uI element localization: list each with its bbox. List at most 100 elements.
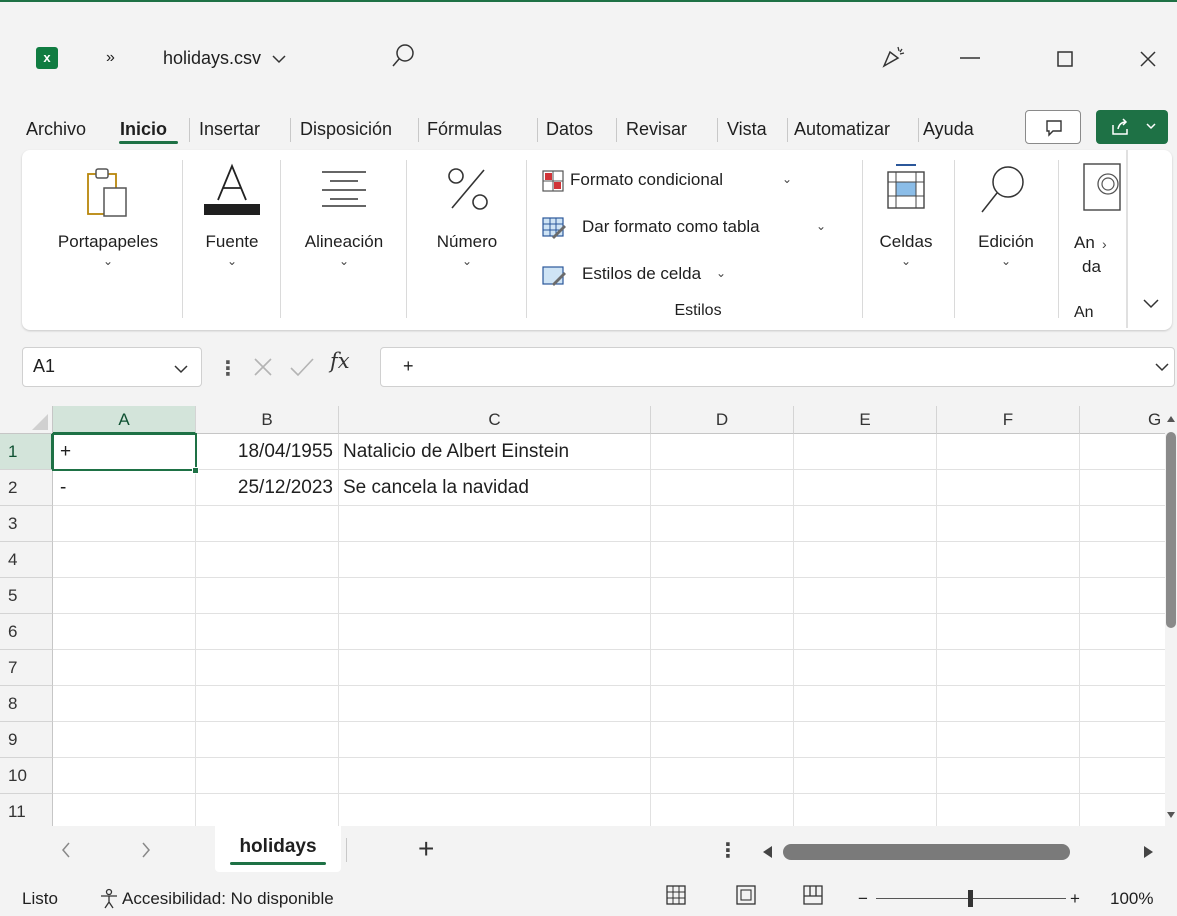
comments-button[interactable]	[1025, 110, 1081, 144]
more-options-icon[interactable]: ⋮	[218, 356, 238, 381]
cells-group-button[interactable]: Celdas ⌄	[864, 158, 948, 308]
chevron-down-icon: ⌄	[782, 172, 793, 186]
scroll-left-icon[interactable]	[760, 845, 776, 859]
scroll-up-icon[interactable]	[1166, 414, 1176, 424]
chevron-down-icon: ⌄	[816, 219, 827, 233]
cell-styles-label: Estilos de celda	[582, 264, 702, 283]
tab-disposicion[interactable]: Disposición	[300, 113, 410, 145]
zoom-in-button[interactable]: +	[1070, 884, 1080, 914]
close-icon[interactable]	[1133, 47, 1163, 71]
row-header-10[interactable]: 10	[0, 758, 53, 794]
fill-handle[interactable]	[192, 467, 199, 474]
tab-vista[interactable]: Vista	[727, 113, 787, 145]
column-header-d[interactable]: D	[651, 406, 794, 434]
search-icon	[981, 166, 1024, 213]
zoom-out-button[interactable]: −	[858, 884, 868, 914]
column-header-b[interactable]: B	[196, 406, 339, 434]
scroll-right-icon[interactable]	[1140, 845, 1156, 859]
tab-automatizar[interactable]: Automatizar	[794, 113, 914, 145]
comment-icon	[1046, 120, 1062, 137]
add-sheet-button[interactable]: +	[418, 834, 434, 864]
row-header-4[interactable]: 4	[0, 542, 53, 578]
prev-sheet-icon[interactable]	[58, 840, 74, 860]
tab-divider	[787, 118, 788, 142]
column-header-e[interactable]: E	[794, 406, 937, 434]
chevron-right-icon[interactable]: ›	[1102, 236, 1107, 252]
ribbon-divider	[280, 160, 281, 318]
editing-label: Edición	[978, 232, 1034, 251]
gridline	[53, 541, 1165, 542]
alignment-group-button[interactable]: Alineación ⌄	[288, 158, 400, 308]
row-header-11[interactable]: 11	[0, 794, 53, 826]
tab-archivo[interactable]: Archivo	[26, 113, 110, 145]
more-options-icon[interactable]: ⋮	[718, 838, 738, 863]
designer-icon[interactable]	[878, 42, 908, 72]
column-header-c[interactable]: C	[339, 406, 651, 434]
expand-formula-chevron-icon[interactable]	[1155, 362, 1169, 372]
cell-b2[interactable]: 25/12/2023	[196, 470, 337, 506]
next-sheet-icon[interactable]	[138, 840, 154, 860]
normal-view-icon[interactable]	[665, 884, 687, 906]
row-header-6[interactable]: 6	[0, 614, 53, 650]
align-icon	[322, 171, 366, 207]
row-header-5[interactable]: 5	[0, 578, 53, 614]
number-group-button[interactable]: Número ⌄	[414, 158, 520, 308]
row-header-2[interactable]: 2	[0, 470, 53, 506]
chevron-down-icon	[271, 55, 286, 64]
tab-insertar[interactable]: Insertar	[199, 113, 283, 145]
column-header-g[interactable]: G	[1080, 406, 1165, 434]
page-break-view-icon[interactable]	[802, 884, 824, 906]
row-header-1[interactable]: 1	[0, 434, 53, 470]
column-header-a[interactable]: A	[53, 406, 196, 434]
tab-divider	[189, 118, 190, 142]
status-ready: Listo	[22, 889, 58, 908]
insert-function-button[interactable]: fx	[330, 349, 350, 373]
accessibility-status[interactable]: Accesibilidad: No disponible	[122, 884, 334, 914]
horizontal-scroll-thumb[interactable]	[783, 844, 1070, 860]
row-header-3[interactable]: 3	[0, 506, 53, 542]
minimize-icon[interactable]	[950, 47, 990, 67]
maximize-icon[interactable]	[1050, 47, 1080, 71]
cell-b1[interactable]: 18/04/1955	[196, 434, 337, 470]
chevron-down-icon: ⌄	[226, 254, 238, 268]
quick-access-overflow-button[interactable]: »	[106, 46, 115, 70]
zoom-level[interactable]: 100%	[1110, 884, 1153, 914]
editing-group-button[interactable]: Edición ⌄	[960, 158, 1052, 308]
file-name-dropdown[interactable]: holidays.csv	[163, 46, 286, 70]
search-icon[interactable]	[390, 42, 416, 72]
sheet-tab-holidays[interactable]: holidays	[215, 826, 341, 872]
sheet-tab-divider	[346, 838, 347, 862]
scroll-down-icon[interactable]	[1166, 810, 1176, 820]
cell-c2[interactable]: Se cancela la navidad	[343, 470, 649, 506]
gridline	[53, 757, 1165, 758]
ribbon-expand-chevron-icon[interactable]	[1142, 298, 1160, 310]
column-header-f[interactable]: F	[937, 406, 1080, 434]
cell-c1[interactable]: Natalicio de Albert Einstein	[343, 434, 649, 470]
styles-group-label: Estilos	[674, 302, 722, 319]
font-group-button[interactable]: Fuente ⌄	[190, 158, 274, 308]
title-bar: x » holidays.csv	[0, 0, 1177, 112]
zoom-slider-thumb[interactable]	[968, 890, 973, 907]
enter-icon[interactable]	[288, 354, 316, 380]
name-box[interactable]: A1	[22, 347, 202, 387]
tab-datos[interactable]: Datos	[546, 113, 612, 145]
analyze-data-button[interactable]: An da An	[1064, 152, 1128, 324]
row-header-7[interactable]: 7	[0, 650, 53, 686]
cancel-icon[interactable]	[250, 354, 276, 380]
page-layout-view-icon[interactable]	[735, 884, 757, 906]
clipboard-group-button[interactable]: Portapapeles ⌄	[40, 158, 176, 308]
share-button[interactable]	[1096, 110, 1168, 144]
gridline	[53, 649, 1165, 650]
row-header-9[interactable]: 9	[0, 722, 53, 758]
cell-a2[interactable]: -	[60, 470, 190, 506]
tab-revisar[interactable]: Revisar	[626, 113, 714, 145]
select-all-corner[interactable]	[0, 406, 53, 434]
spreadsheet-grid[interactable]: A B C D E F G 1 2 3 4 5 6 7 8 9 10 11 + …	[0, 406, 1165, 826]
gridline	[936, 434, 937, 826]
accessibility-icon[interactable]	[98, 888, 120, 910]
row-header-8[interactable]: 8	[0, 686, 53, 722]
tab-ayuda[interactable]: Ayuda	[923, 113, 993, 145]
tab-formulas[interactable]: Fórmulas	[427, 113, 531, 145]
formula-input[interactable]: +	[380, 347, 1175, 387]
vertical-scroll-thumb[interactable]	[1166, 432, 1176, 628]
